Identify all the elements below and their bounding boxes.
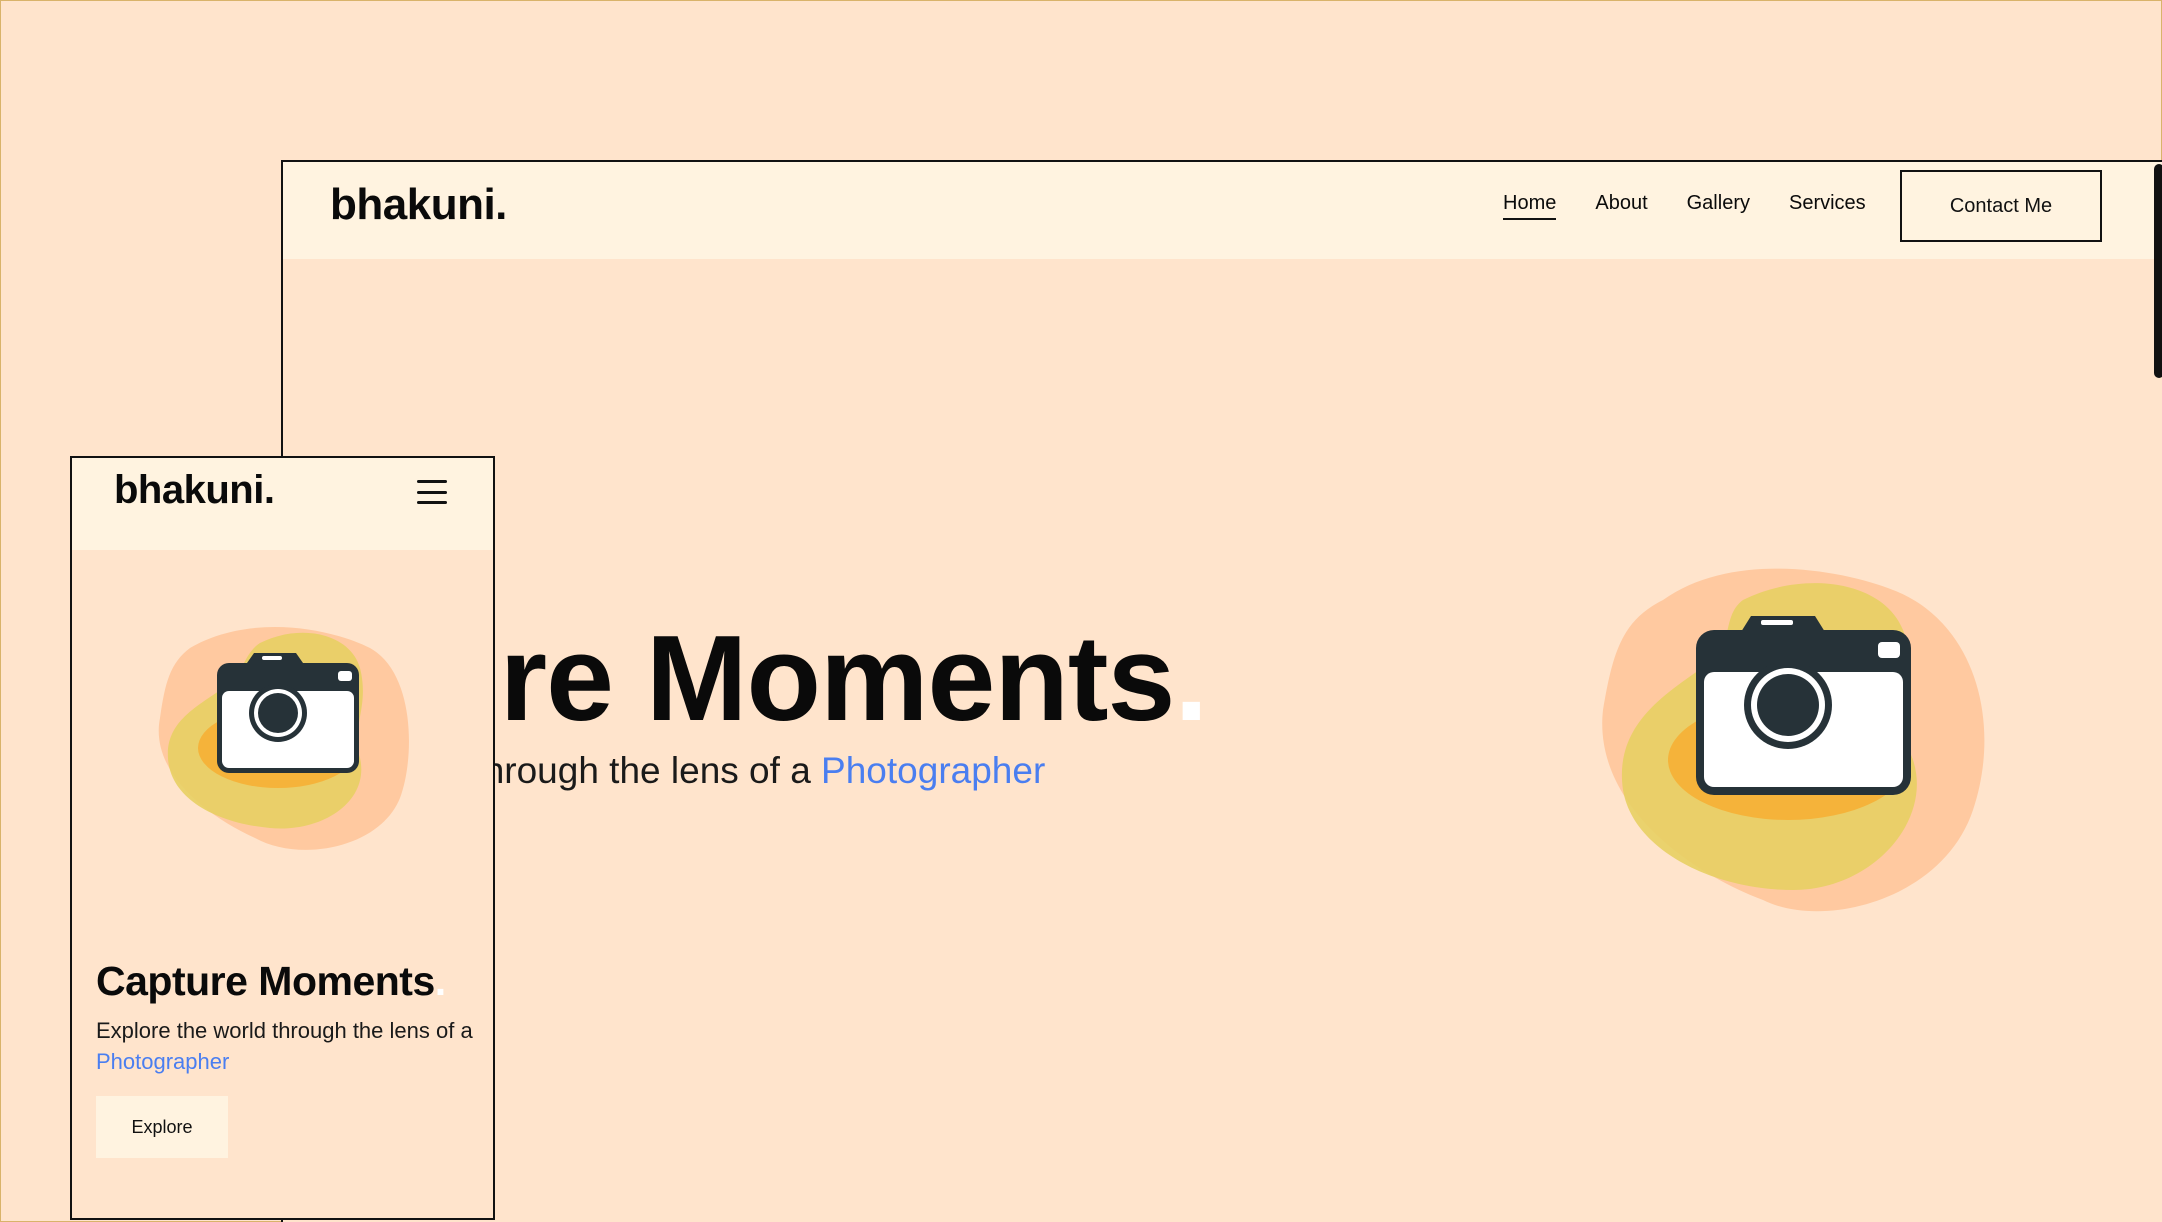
desktop-hero-title-dot: . (1174, 610, 1208, 746)
hamburger-menu-icon[interactable] (417, 476, 447, 508)
mobile-logo[interactable]: bhakuni. (114, 468, 275, 513)
mobile-hero-title: Capture Moments. (96, 958, 446, 1005)
mobile-preview: bhakuni. Capture Moments. Explore the wo… (70, 456, 495, 1220)
nav-link-about[interactable]: About (1595, 192, 1647, 220)
mobile-hero-subtitle-accent: Photographer (96, 1049, 230, 1074)
camera-icon (1602, 568, 1985, 912)
mobile-hero-title-dot: . (434, 958, 446, 1004)
desktop-logo[interactable]: bhakuni. (330, 180, 507, 230)
mobile-navbar: bhakuni. (72, 458, 493, 550)
mobile-hero-subtitle: Explore the world through the lens of a … (96, 1015, 476, 1077)
nav-link-home[interactable]: Home (1503, 192, 1557, 220)
camera-icon (158, 627, 409, 850)
hamburger-line (417, 501, 447, 504)
mobile-hero-title-text: Capture Moments (96, 958, 435, 1004)
desktop-scrollbar[interactable] (2154, 164, 2162, 378)
desktop-preview: bhakuni. Home About Gallery Services Con… (281, 160, 2162, 1222)
explore-button[interactable]: Explore (96, 1096, 228, 1158)
nav-link-gallery[interactable]: Gallery (1687, 192, 1750, 220)
desktop-camera-illustration (1593, 560, 1993, 920)
contact-me-button[interactable]: Contact Me (1900, 170, 2102, 242)
hamburger-line (417, 480, 447, 483)
mobile-camera-illustration (150, 618, 420, 858)
desktop-nav-links: Home About Gallery Services (1503, 192, 1866, 220)
mobile-hero-subtitle-text: Explore the world through the lens of a (96, 1018, 473, 1043)
desktop-navbar: bhakuni. Home About Gallery Services Con… (283, 162, 2162, 259)
nav-link-services[interactable]: Services (1789, 192, 1866, 220)
hamburger-line (417, 490, 447, 494)
desktop-hero-subtitle-accent: Photographer (821, 750, 1046, 791)
